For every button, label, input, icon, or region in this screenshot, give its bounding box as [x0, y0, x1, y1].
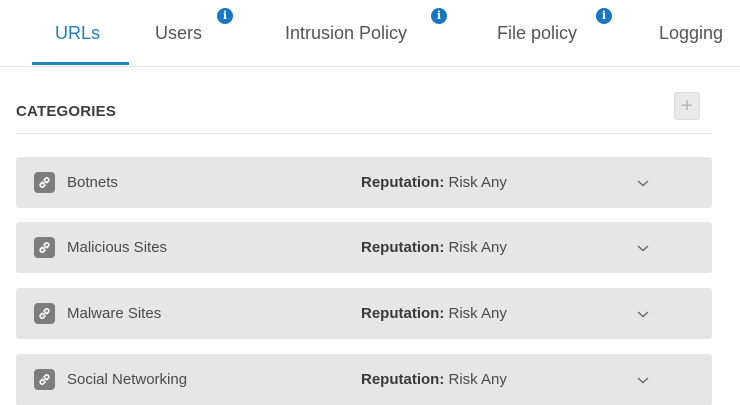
- tab-intrusion-policy[interactable]: Intrusion Policy: [285, 0, 407, 66]
- chevron-down-icon[interactable]: [636, 307, 650, 321]
- tab-label: Intrusion Policy: [285, 22, 408, 43]
- chevron-down-icon[interactable]: [636, 241, 650, 255]
- tab-label: Users: [155, 22, 203, 43]
- tab-logging[interactable]: Logging: [659, 0, 723, 66]
- tab-file-policy[interactable]: File policy: [497, 0, 577, 66]
- link-icon: [34, 369, 55, 390]
- link-icon: [34, 172, 55, 193]
- tab-urls[interactable]: URLs: [55, 0, 100, 66]
- link-icon: [34, 237, 55, 258]
- info-icon[interactable]: i: [596, 8, 612, 24]
- reputation-label: Reputation:: [361, 305, 445, 322]
- reputation-value: Risk Any: [448, 174, 507, 191]
- reputation-label: Reputation:: [361, 239, 445, 256]
- reputation-value: Risk Any: [448, 371, 507, 388]
- reputation-value: Risk Any: [448, 239, 507, 256]
- reputation-text: Reputation: Risk Any: [361, 157, 507, 208]
- info-icon[interactable]: i: [431, 8, 447, 24]
- tab-users[interactable]: Users: [155, 0, 202, 66]
- tab-bar: URLs Users i Intrusion Policy i File pol…: [0, 0, 740, 67]
- info-icon[interactable]: i: [217, 8, 233, 24]
- reputation-text: Reputation: Risk Any: [361, 288, 507, 339]
- category-name: Social Networking: [67, 371, 188, 388]
- category-name: Botnets: [67, 174, 118, 191]
- category-name: Malicious Sites: [67, 239, 168, 256]
- reputation-label: Reputation:: [361, 371, 445, 388]
- reputation-label: Reputation:: [361, 174, 445, 191]
- category-row[interactable]: Malicious Sites Reputation: Risk Any: [16, 222, 712, 273]
- tab-label: File policy: [497, 22, 578, 43]
- chevron-down-icon[interactable]: [636, 176, 650, 190]
- category-row[interactable]: Social Networking Reputation: Risk Any: [16, 354, 712, 405]
- chevron-down-icon[interactable]: [636, 373, 650, 387]
- active-tab-indicator: [32, 62, 129, 65]
- category-row[interactable]: Botnets Reputation: Risk Any: [16, 157, 712, 208]
- category-name: Malware Sites: [67, 305, 162, 322]
- section-title: CATEGORIES: [16, 103, 117, 120]
- link-icon: [34, 303, 55, 324]
- divider: [16, 133, 712, 134]
- tab-label: Logging: [659, 22, 724, 43]
- category-row[interactable]: Malware Sites Reputation: Risk Any: [16, 288, 712, 339]
- reputation-text: Reputation: Risk Any: [361, 222, 507, 273]
- reputation-text: Reputation: Risk Any: [361, 354, 507, 405]
- add-category-button[interactable]: +: [674, 92, 700, 120]
- tab-label: URLs: [55, 22, 101, 43]
- reputation-value: Risk Any: [448, 305, 507, 322]
